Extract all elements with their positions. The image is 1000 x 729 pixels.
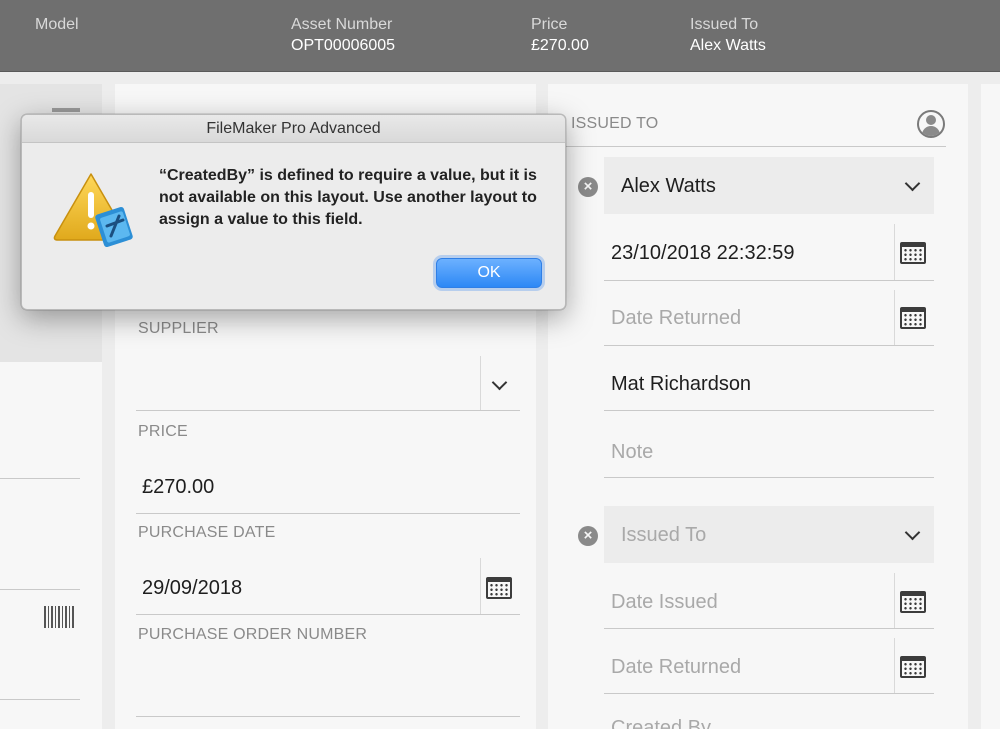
date-returned-field[interactable]: Date Returned	[611, 656, 741, 679]
date-issued-field[interactable]: 23/10/2018 22:32:59	[611, 242, 795, 265]
header-asset-value: OPT00006005	[291, 37, 396, 54]
divider	[894, 290, 895, 345]
calendar-icon[interactable]	[900, 591, 926, 613]
note-field[interactable]: Note	[611, 441, 653, 464]
barcode-icon[interactable]	[44, 606, 74, 628]
issued-to-section-label: ISSUED TO	[571, 115, 659, 132]
purchase-date-label: PURCHASE DATE	[138, 524, 276, 541]
divider	[0, 699, 80, 700]
menu-icon[interactable]	[52, 108, 80, 112]
header-issued-label: Issued To	[690, 16, 759, 33]
divider	[604, 477, 934, 478]
calendar-icon[interactable]	[900, 242, 926, 264]
date-returned-field[interactable]: Date Returned	[611, 307, 741, 330]
purchase-order-label: PURCHASE ORDER NUMBER	[138, 626, 368, 643]
divider	[894, 224, 895, 280]
calendar-icon[interactable]	[900, 656, 926, 678]
purchase-order-field[interactable]	[142, 676, 472, 706]
header-asset-label: Asset Number	[291, 16, 393, 33]
issued-to-placeholder: Issued To	[621, 524, 707, 546]
calendar-icon[interactable]	[486, 577, 512, 599]
remove-entry-icon[interactable]: ×	[578, 177, 598, 197]
divider	[136, 410, 520, 411]
divider	[0, 478, 80, 479]
header-price-value: £270.00	[531, 37, 589, 54]
header-issued-value: Alex Watts	[690, 37, 766, 54]
remove-entry-icon[interactable]: ×	[578, 526, 598, 546]
user-icon[interactable]	[917, 110, 945, 138]
supplier-field[interactable]	[142, 372, 472, 402]
divider	[604, 345, 934, 346]
header-price: Price £270.00	[531, 15, 589, 57]
calendar-icon[interactable]	[900, 307, 926, 329]
divider	[604, 410, 934, 411]
divider	[894, 573, 895, 628]
divider	[894, 638, 895, 693]
divider	[566, 146, 946, 147]
header-price-label: Price	[531, 16, 568, 33]
divider	[604, 628, 934, 629]
supplier-label: SUPPLIER	[138, 320, 219, 337]
ok-button[interactable]: OK	[436, 258, 542, 288]
purchase-date-field[interactable]: 29/09/2018	[142, 577, 242, 600]
record-header: Model Asset Number OPT00006005 Price £27…	[0, 0, 1000, 72]
created-by-field[interactable]: Created By	[611, 717, 711, 729]
header-model: Model	[35, 15, 79, 35]
dialog-title: FileMaker Pro Advanced	[22, 115, 565, 143]
divider	[480, 356, 481, 410]
dialog-message: “CreatedBy” is defined to require a valu…	[159, 167, 537, 228]
divider	[604, 693, 934, 694]
header-issued-to: Issued To Alex Watts	[690, 15, 766, 57]
issued-by-field[interactable]: Mat Richardson	[611, 373, 751, 396]
divider	[136, 716, 520, 717]
price-label: PRICE	[138, 423, 188, 440]
divider	[480, 558, 481, 614]
divider	[604, 280, 934, 281]
header-model-label: Model	[35, 16, 79, 33]
date-issued-field[interactable]: Date Issued	[611, 591, 718, 614]
alert-dialog: FileMaker Pro Advanced “CreatedBy” is de…	[21, 114, 566, 310]
divider	[136, 513, 520, 514]
price-field[interactable]: £270.00	[142, 476, 214, 499]
header-asset-number: Asset Number OPT00006005	[291, 15, 395, 57]
divider	[0, 589, 80, 590]
warning-icon	[53, 173, 133, 248]
divider	[136, 614, 520, 615]
far-right-panel	[981, 84, 1000, 729]
issued-to-value: Alex Watts	[621, 175, 716, 197]
